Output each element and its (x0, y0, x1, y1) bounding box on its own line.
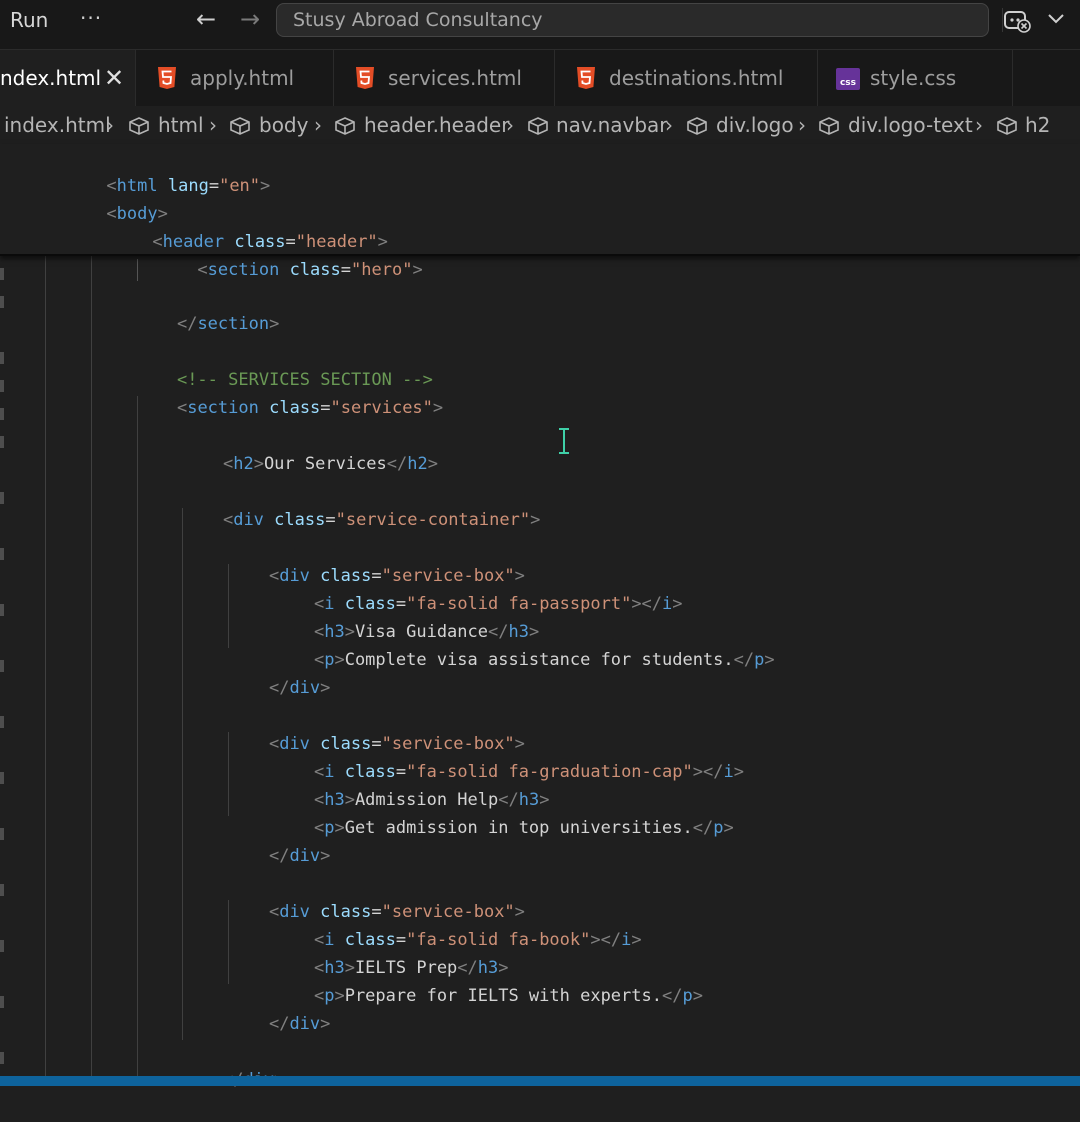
tab-apply-html[interactable]: apply.html (137, 50, 334, 106)
command-center-search[interactable]: Stusy Abroad Consultancy (276, 3, 989, 37)
element-icon (528, 117, 548, 135)
html5-icon (158, 67, 176, 89)
line-number (0, 492, 4, 504)
chevron-right-icon: › (106, 113, 114, 137)
tab-label: apply.html (190, 66, 295, 90)
breadcrumb-logo-text[interactable]: div.logo-text (848, 106, 973, 144)
line-number (0, 352, 4, 364)
line-number (0, 940, 4, 952)
breadcrumb-nav[interactable]: nav.navbar (556, 106, 668, 144)
indent-guide (182, 508, 183, 1040)
chevron-right-icon: › (975, 113, 983, 137)
indent-guide (45, 256, 46, 1076)
code-editor[interactable]: <html lang="en"> <body> <header class="h… (0, 144, 1080, 1090)
more-menu-icon[interactable]: ··· (80, 6, 102, 30)
line-number (0, 1052, 4, 1064)
code-line: <!-- SERVICES SECTION --> (176, 370, 433, 390)
sticky-scroll-header[interactable]: <html lang="en"> <body> <header class="h… (0, 144, 1080, 280)
line-number (0, 548, 4, 560)
svg-text:css: css (840, 78, 856, 88)
code-line: <h2>Our Services</h2> (222, 454, 438, 474)
code-line: <h3>Admission Help</h3> (313, 790, 550, 810)
indent-guide (137, 396, 138, 1076)
code-line: <i class="fa-solid fa-passport"></i> (313, 594, 683, 614)
code-line: <i class="fa-solid fa-book"></i> (313, 930, 642, 950)
element-icon (819, 117, 839, 135)
editor-tab-bar: ndex.html ✕ apply.html services.html des… (0, 50, 1080, 106)
line-number (0, 436, 4, 448)
line-number (0, 380, 4, 392)
tab-label: destinations.html (609, 66, 784, 90)
title-bar: Run ··· ← → Stusy Abroad Consultancy (0, 0, 1080, 50)
code-line: <p>Complete visa assistance for students… (313, 650, 775, 670)
code-line: <header class="header"> (152, 232, 388, 252)
line-number (0, 716, 4, 728)
forward-arrow-icon[interactable]: → (240, 5, 260, 33)
code-line: <p>Get admission in top universities.</p… (313, 818, 734, 838)
breadcrumb-h2[interactable]: h2 (1025, 106, 1050, 144)
breadcrumb-body[interactable]: body (259, 106, 308, 144)
code-line: <i class="fa-solid fa-graduation-cap"></… (313, 762, 744, 782)
run-menu[interactable]: Run (10, 8, 48, 32)
line-number (0, 996, 4, 1008)
line-number (0, 408, 4, 420)
code-line: <div class="service-box"> (268, 902, 525, 922)
html5-icon (356, 67, 374, 89)
line-number (0, 884, 4, 896)
code-line: <h3>IELTS Prep</h3> (313, 958, 509, 978)
indent-guide (91, 256, 92, 1076)
code-line: <section class="services"> (176, 398, 444, 418)
tab-label: services.html (388, 66, 522, 90)
back-arrow-icon[interactable]: ← (196, 5, 216, 33)
text-cursor-ibeam-icon (559, 428, 569, 454)
code-line: </div> (268, 846, 331, 866)
breadcrumb-file[interactable]: index.html (4, 106, 111, 144)
tab-style-css[interactable]: css style.css (819, 50, 1013, 106)
breadcrumb-div-logo[interactable]: div.logo (716, 106, 794, 144)
line-number (0, 828, 4, 840)
line-number (0, 772, 4, 784)
code-line: <div class="service-box"> (268, 566, 525, 586)
element-icon (129, 117, 149, 135)
code-line: </div> (268, 1014, 331, 1034)
tab-label: style.css (870, 66, 957, 90)
breadcrumb: index.html › html › body › header.header… (0, 106, 1080, 144)
element-icon (230, 117, 250, 135)
tab-services-html[interactable]: services.html (335, 50, 555, 106)
tab-index-html[interactable]: ndex.html ✕ (0, 50, 136, 106)
element-icon (997, 117, 1017, 135)
code-line: <div class="service-container"> (222, 510, 541, 530)
chevron-down-icon[interactable] (1046, 8, 1066, 28)
close-icon[interactable]: ✕ (104, 50, 124, 106)
chevron-right-icon: › (314, 113, 322, 137)
breadcrumb-header[interactable]: header.header (364, 106, 509, 144)
code-line: <p>Prepare for IELTS with experts.</p> (313, 986, 703, 1006)
code-line: </div> (182, 1038, 284, 1090)
line-number (0, 268, 4, 280)
code-line: <html lang="en"> (106, 176, 271, 196)
status-bar (0, 1076, 1080, 1086)
code-line: <body> (106, 204, 168, 224)
line-number (0, 296, 4, 308)
tab-label: ndex.html (0, 66, 102, 90)
line-number (0, 604, 4, 616)
code-line: <section class="hero"> (197, 260, 423, 280)
chevron-right-icon: › (665, 113, 673, 137)
chevron-right-icon: › (209, 113, 217, 137)
copilot-icon[interactable] (1002, 6, 1032, 34)
html5-icon (577, 67, 595, 89)
breadcrumb-html[interactable]: html (158, 106, 204, 144)
code-line: </div> (268, 678, 331, 698)
css-icon: css (836, 68, 860, 90)
code-line: <div class="service-box"> (268, 734, 525, 754)
chevron-right-icon: › (506, 113, 514, 137)
code-line: <h3>Visa Guidance</h3> (313, 622, 540, 642)
tab-destinations-html[interactable]: destinations.html (556, 50, 818, 106)
line-number (0, 660, 4, 672)
element-icon (687, 117, 707, 135)
chevron-right-icon: › (798, 113, 806, 137)
element-icon (335, 117, 355, 135)
